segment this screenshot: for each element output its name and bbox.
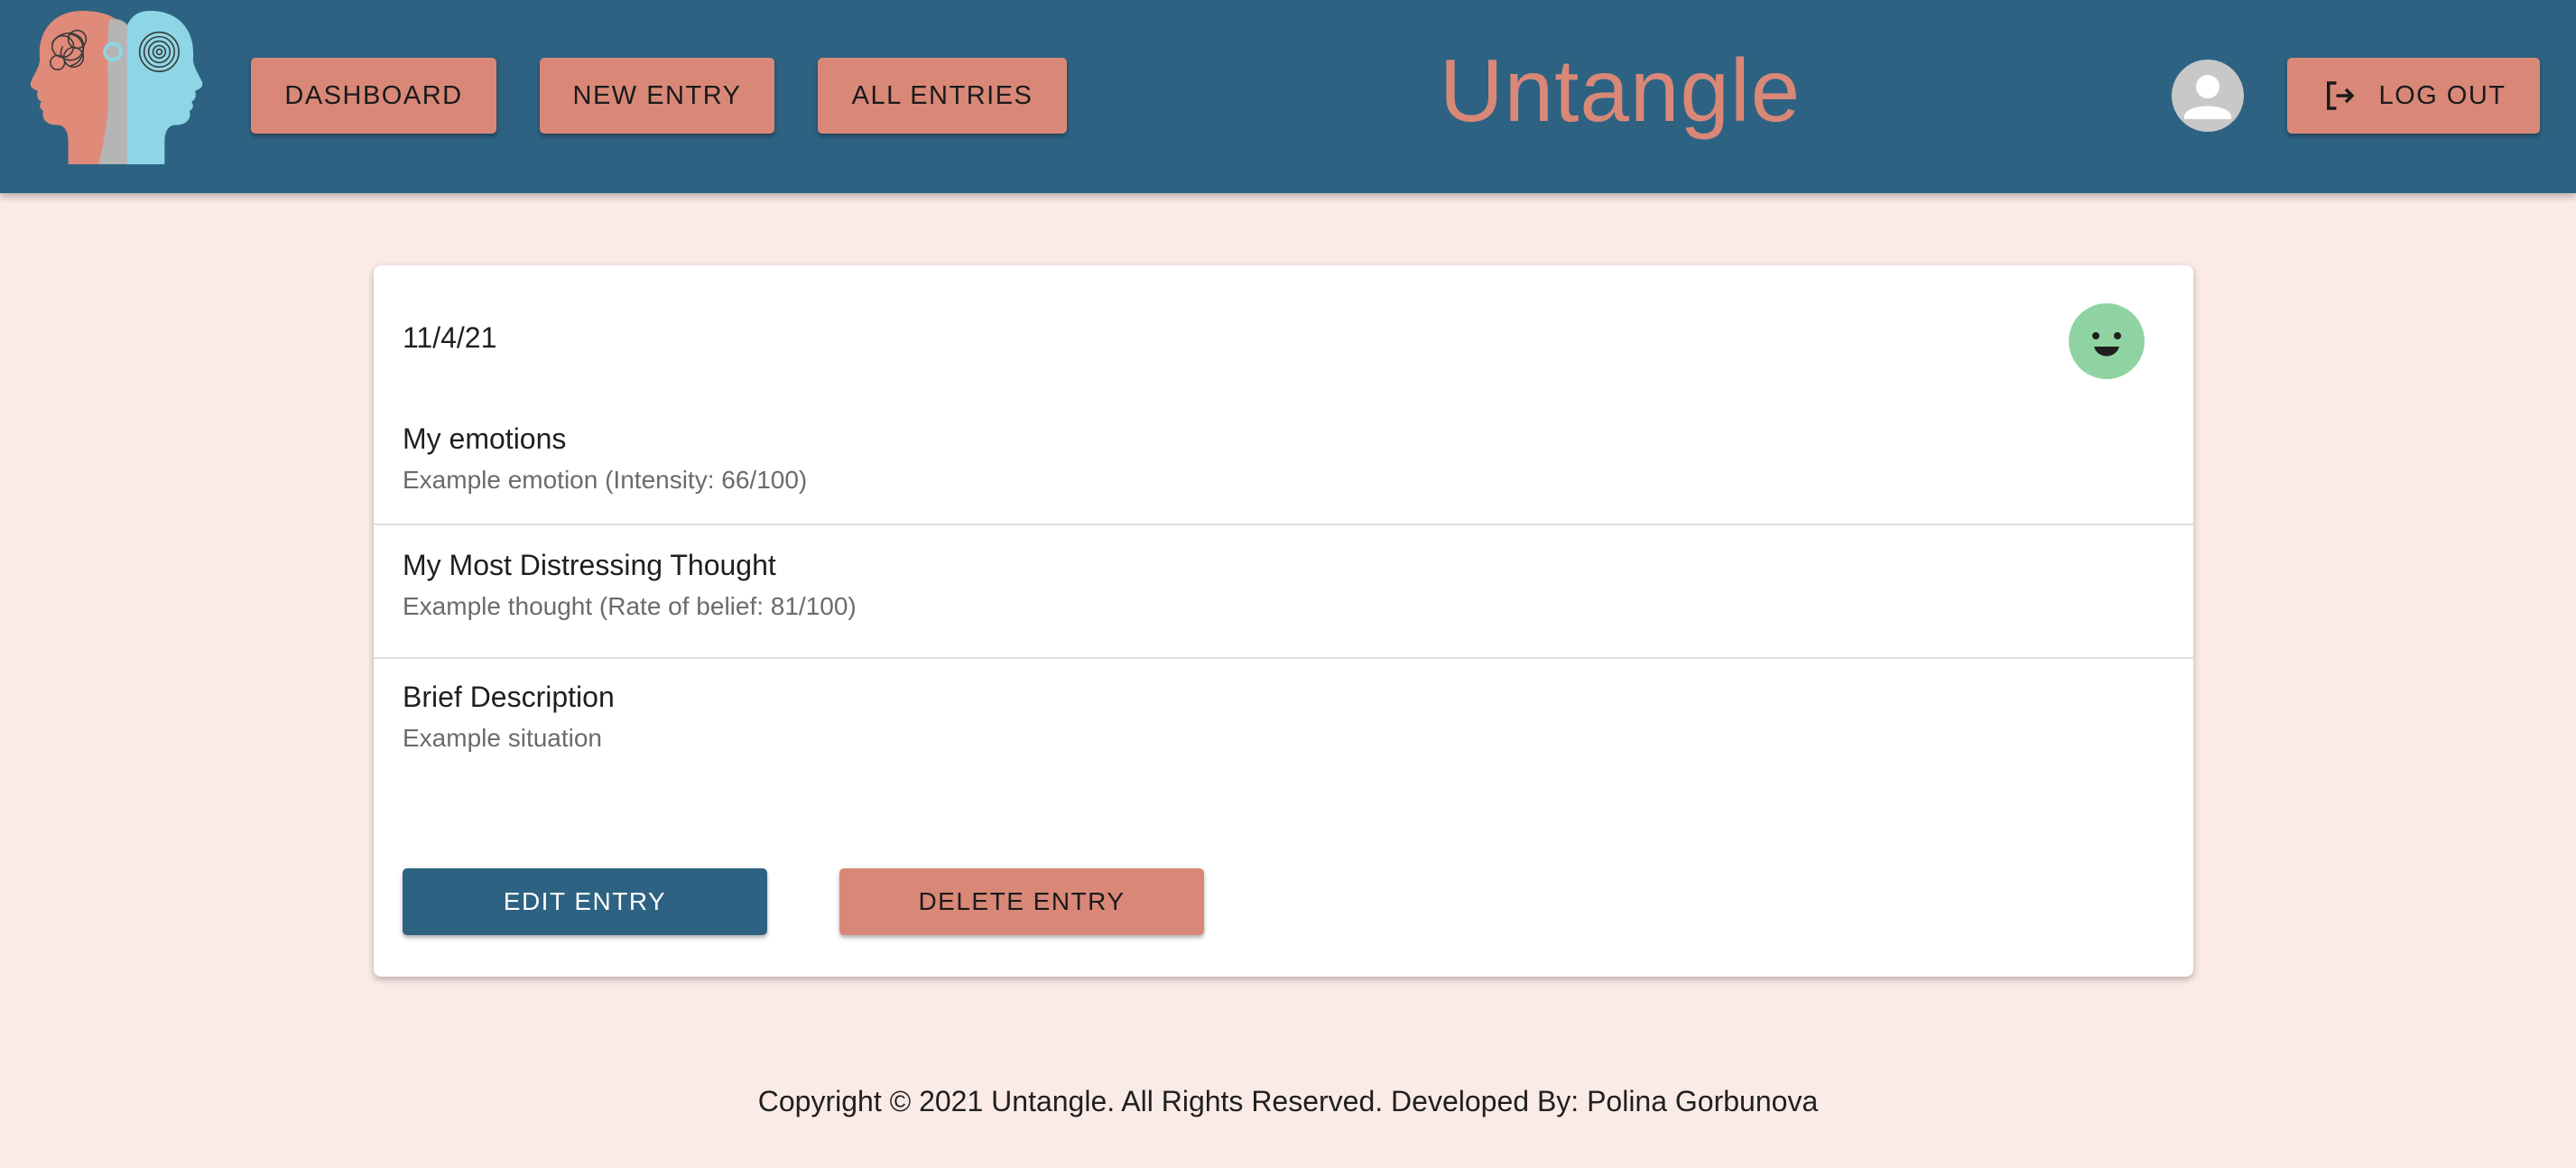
section-body: Example emotion (Intensity: 66/100) <box>403 466 808 494</box>
app-title: Untangle <box>1439 41 1802 140</box>
dashboard-button[interactable]: DASHBOARD <box>251 58 496 134</box>
edit-entry-button[interactable]: EDIT ENTRY <box>403 868 767 935</box>
top-app-bar: DASHBOARD NEW ENTRY ALL ENTRIES Untangle… <box>0 0 2576 193</box>
section-body: Example thought (Rate of belief: 81/100) <box>403 592 857 620</box>
section-title: Brief Description <box>403 681 615 713</box>
logout-label: LOG OUT <box>2378 80 2507 110</box>
footer-copyright: Copyright © 2021 Untangle. All Rights Re… <box>757 1085 1819 1117</box>
two-heads-logo-icon[interactable] <box>27 7 206 164</box>
delete-entry-button[interactable]: DELETE ENTRY <box>839 868 1204 935</box>
section-title: My emotions <box>403 422 567 455</box>
thought-section: My Most Distressing Thought Example thou… <box>374 527 2193 659</box>
entry-date: 11/4/21 <box>403 321 497 354</box>
entry-card: 11/4/21 My emotions Example emotion (Int… <box>374 265 2193 977</box>
logout-button[interactable]: LOG OUT <box>2287 58 2540 134</box>
section-title: My Most Distressing Thought <box>403 549 776 581</box>
logout-icon <box>2327 81 2355 110</box>
description-section: Brief Description Example situation <box>374 661 2193 787</box>
section-body: Example situation <box>403 724 603 752</box>
emotions-section: My emotions Example emotion (Intensity: … <box>374 399 2193 525</box>
smiley-face-icon <box>2069 303 2145 379</box>
user-avatar-icon[interactable] <box>2172 60 2244 132</box>
all-entries-button[interactable]: ALL ENTRIES <box>818 58 1067 134</box>
new-entry-button[interactable]: NEW ENTRY <box>540 58 774 134</box>
